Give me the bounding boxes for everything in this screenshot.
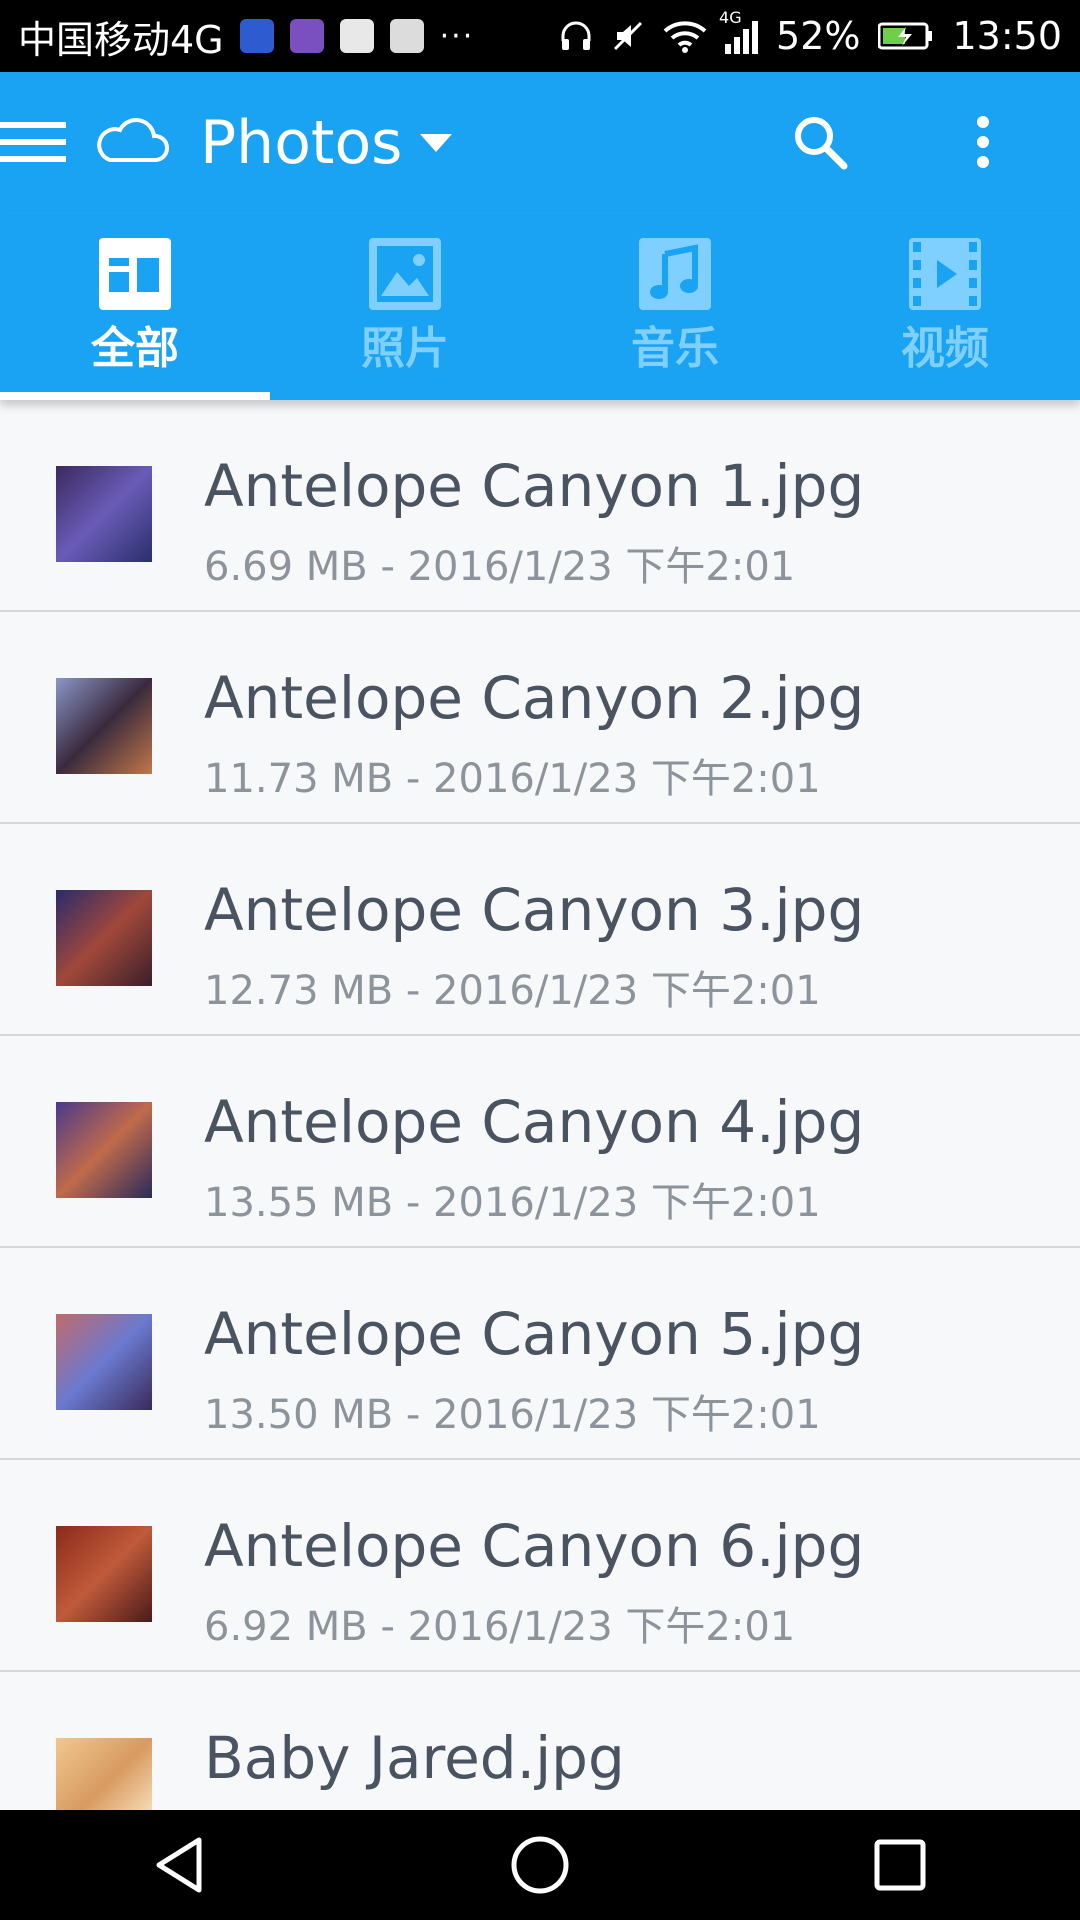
tab-label: 音乐 [631,323,719,374]
system-nav-bar [0,1810,1080,1920]
file-row[interactable]: Antelope Canyon 6.jpg 6.92 MB - 2016/1/2… [0,1460,1080,1672]
network-type-badge: 4G [719,8,742,27]
file-row[interactable]: Baby Jared.jpg [0,1672,1080,1810]
home-circle-icon[interactable] [505,1830,575,1900]
signal-bar [743,29,750,54]
video-icon [909,238,981,310]
file-meta: 11.73 MB - 2016/1/23 下午2:01 [204,756,821,802]
file-row[interactable]: Antelope Canyon 5.jpg 13.50 MB - 2016/1/… [0,1248,1080,1460]
signal-strength-icon: 4G [719,8,759,54]
wifi-icon [663,21,707,53]
category-tabs: 全部 照片 音乐 视频 [0,212,1080,400]
file-row[interactable]: Antelope Canyon 1.jpg 6.69 MB - 2016/1/2… [0,400,1080,612]
dropdown-caret-icon [420,134,453,152]
file-name: Antelope Canyon 1.jpg [204,452,865,520]
browser-app-icon [339,19,374,53]
file-thumbnail [56,678,152,774]
signal-bar [734,37,741,54]
signal-bar [752,21,759,54]
file-row[interactable]: Antelope Canyon 3.jpg 12.73 MB - 2016/1/… [0,824,1080,1036]
tab-music[interactable]: 音乐 [540,212,810,400]
file-name: Baby Jared.jpg [204,1724,625,1792]
app-toolbar: Photos [0,72,1080,212]
file-name: Antelope Canyon 4.jpg [204,1088,865,1156]
file-name: Antelope Canyon 6.jpg [204,1512,865,1580]
tab-videos[interactable]: 视频 [810,212,1080,400]
file-meta: 13.55 MB - 2016/1/23 下午2:01 [204,1180,821,1226]
headphones-icon [561,21,591,50]
photo-icon [369,238,441,310]
mute-icon [613,21,643,51]
file-name: Antelope Canyon 5.jpg [204,1300,865,1368]
shield-app-icon [239,19,274,53]
active-tab-indicator [0,392,270,400]
more-notifications-icon: ··· [439,18,475,54]
file-thumbnail [56,1314,152,1410]
file-meta: 12.73 MB - 2016/1/23 下午2:01 [204,968,821,1014]
hamburger-menu-icon[interactable] [0,112,66,172]
all-grid-icon [99,238,171,310]
battery-percent: 52% [776,14,861,58]
clock: 13:50 [952,14,1062,58]
cloud-icon [97,118,169,162]
page-title: Photos [200,108,403,178]
tab-all[interactable]: 全部 [0,212,270,400]
more-vertical-icon[interactable] [968,112,998,172]
recents-square-icon[interactable] [865,1830,935,1900]
folder-title-dropdown[interactable]: Photos [200,98,453,188]
search-icon[interactable] [790,112,850,172]
file-thumbnail [56,1738,152,1810]
tab-photos[interactable]: 照片 [270,212,540,400]
status-bar: 中国移动4G ··· 4G 52% 13:50 [0,0,1080,72]
file-meta: 13.50 MB - 2016/1/23 下午2:01 [204,1392,821,1438]
music-icon [639,238,711,310]
battery-charging-icon [878,22,933,50]
gallery-app-icon [289,19,324,53]
tab-label: 全部 [91,323,179,374]
file-row[interactable]: Antelope Canyon 2.jpg 11.73 MB - 2016/1/… [0,612,1080,824]
carrier-label: 中国移动4G [18,17,224,62]
file-meta: 6.69 MB - 2016/1/23 下午2:01 [204,544,796,590]
file-thumbnail [56,466,152,562]
back-triangle-icon[interactable] [145,1830,215,1900]
youku-app-icon [389,19,424,53]
file-name: Antelope Canyon 3.jpg [204,876,865,944]
file-meta: 6.92 MB - 2016/1/23 下午2:01 [204,1604,796,1650]
file-thumbnail [56,1102,152,1198]
file-thumbnail [56,890,152,986]
file-thumbnail [56,1526,152,1622]
file-list: Antelope Canyon 1.jpg 6.69 MB - 2016/1/2… [0,400,1080,1810]
file-row[interactable]: Antelope Canyon 4.jpg 13.55 MB - 2016/1/… [0,1036,1080,1248]
file-name: Antelope Canyon 2.jpg [204,664,865,732]
signal-bar [725,44,732,54]
tab-label: 照片 [361,323,449,374]
tab-label: 视频 [901,323,989,374]
